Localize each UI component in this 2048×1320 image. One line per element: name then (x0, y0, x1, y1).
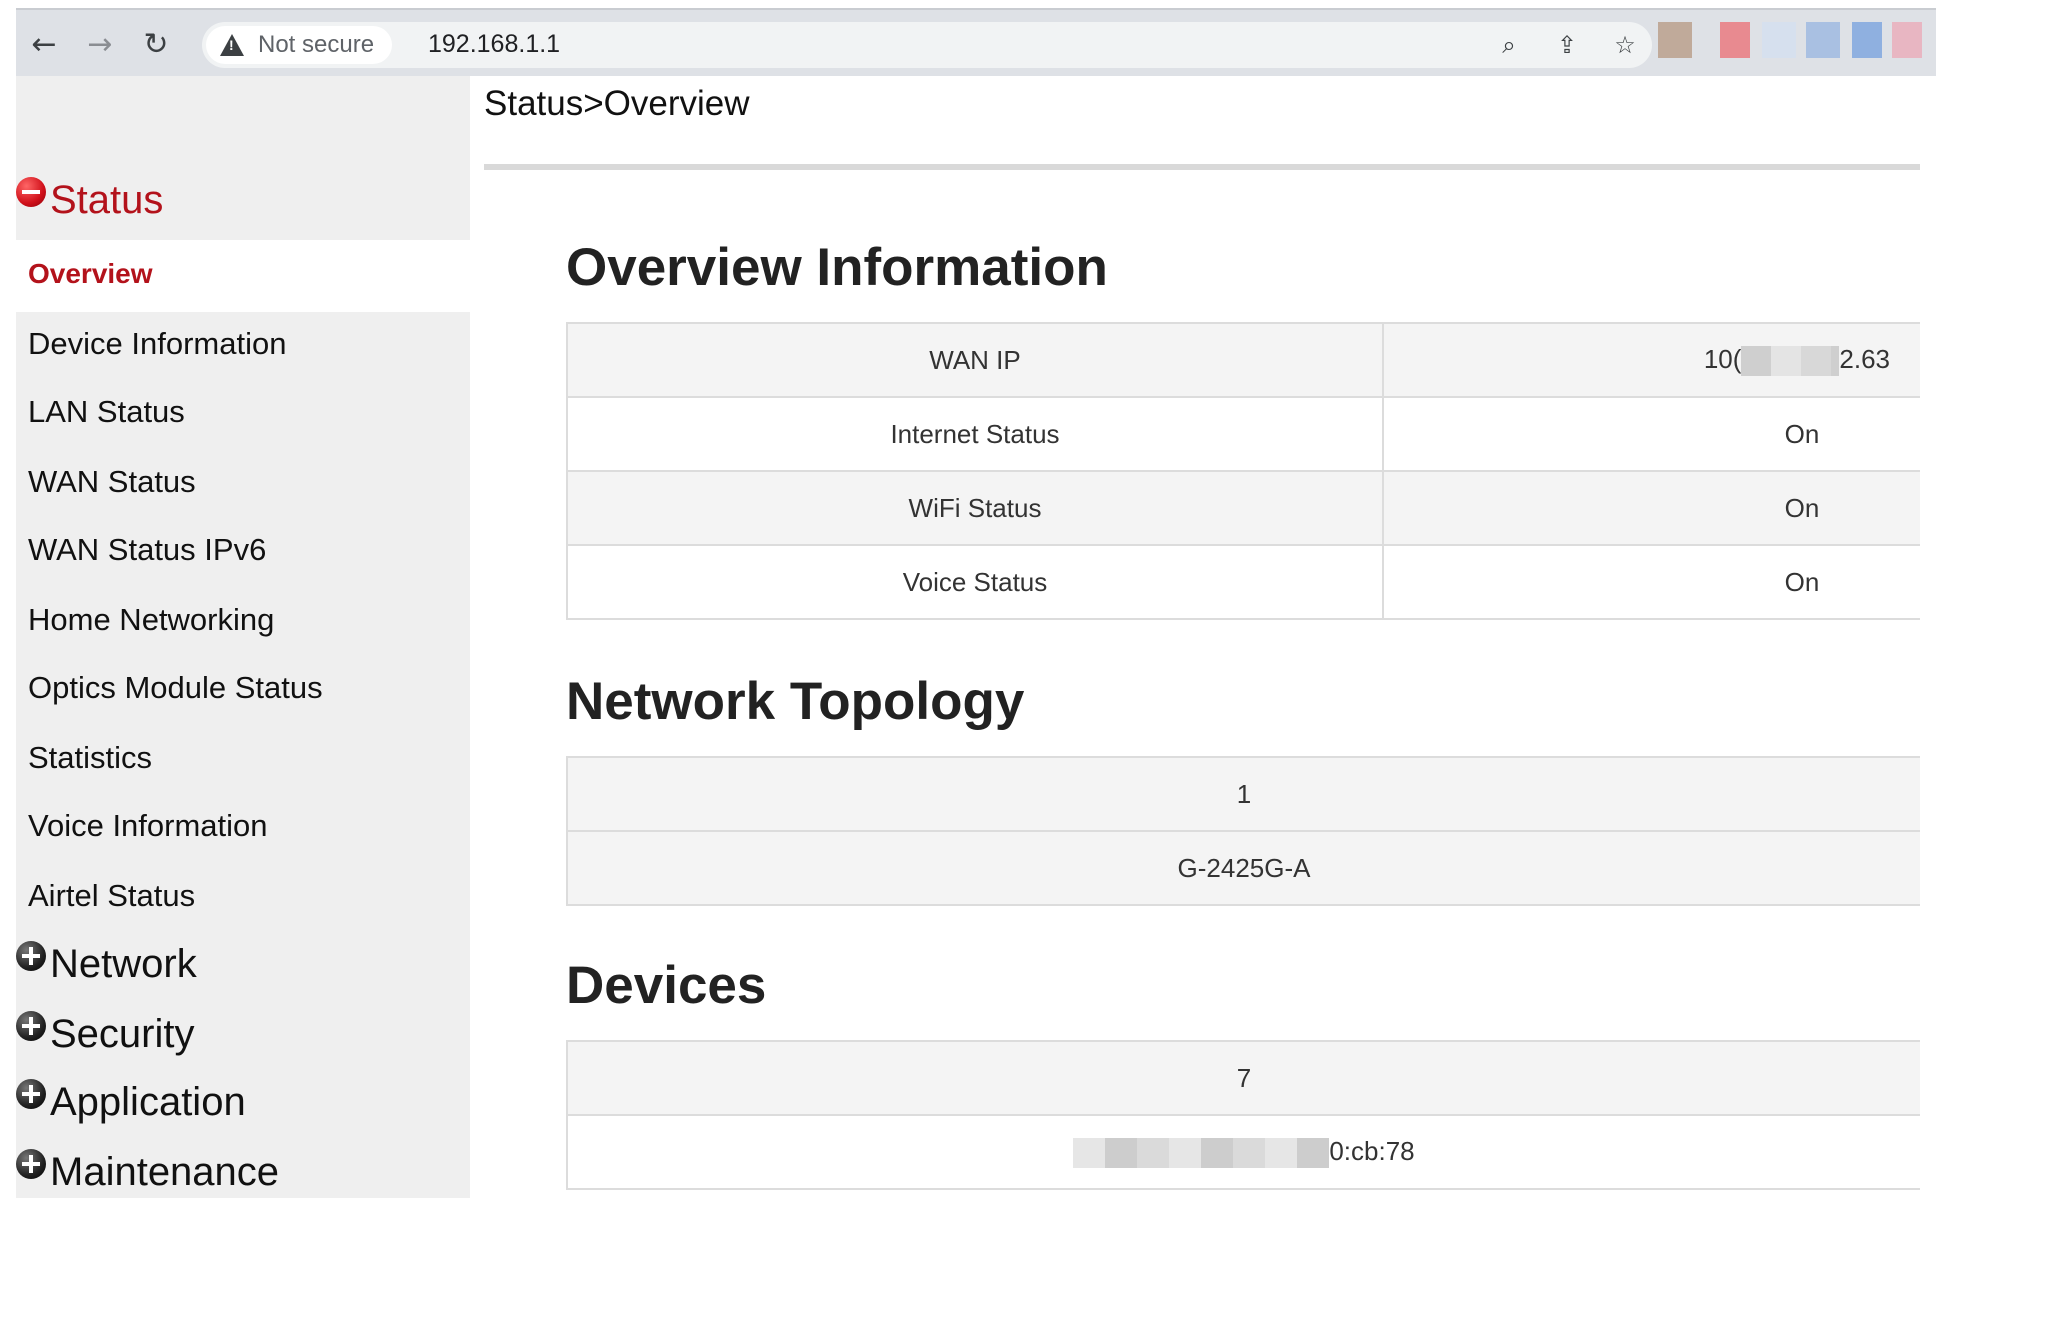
forward-icon[interactable]: → (80, 24, 120, 64)
extension-icon[interactable] (1852, 22, 1882, 58)
sidebar-section-label: Status (50, 178, 164, 222)
table-row: Internet Status On (567, 396, 1920, 472)
wan-ip-suffix: 2.63 (1839, 343, 1890, 374)
topology-heading: Network Topology (566, 672, 1025, 731)
expand-icon[interactable] (16, 1079, 46, 1109)
sidebar-section-label: Application (50, 1080, 246, 1124)
overview-table: WAN IP 10( 2.63 Internet Status On WiFi S… (566, 322, 1920, 620)
sidebar-section-application[interactable]: Application (16, 1078, 246, 1126)
reload-icon[interactable]: ↻ (136, 24, 176, 64)
voice-status-value: On (1383, 544, 1920, 620)
sidebar-section-maintenance[interactable]: Maintenance (16, 1148, 279, 1196)
topology-device-name: G-2425G-A (567, 830, 1920, 906)
sidebar-item-overview[interactable]: Overview (16, 240, 470, 312)
address-bar[interactable]: Not secure 192.168.1.1 ⌕ ⇪ ☆ (202, 22, 1652, 68)
expand-icon[interactable] (16, 1011, 46, 1041)
wifi-status-value: On (1383, 470, 1920, 546)
sidebar-item-device-information[interactable]: Device Information (28, 326, 286, 362)
topology-table: 1 G-2425G-A (566, 756, 1920, 906)
security-chip[interactable]: Not secure (206, 26, 392, 64)
sidebar-section-label: Security (50, 1012, 195, 1056)
device-mac-suffix: 0:cb:78 (1329, 1135, 1415, 1166)
collapse-icon[interactable] (16, 177, 46, 207)
back-icon[interactable]: ← (24, 24, 64, 64)
sidebar-nav: Status Overview Device Information LAN S… (16, 76, 470, 1198)
sidebar-item-home-networking[interactable]: Home Networking (28, 602, 274, 638)
url-text[interactable]: 192.168.1.1 (428, 30, 560, 59)
voice-status-label: Voice Status (567, 544, 1384, 620)
table-row: 7 (567, 1040, 1920, 1116)
sidebar-item-wan-status[interactable]: WAN Status (28, 464, 196, 500)
table-row: G-2425G-A (567, 830, 1920, 906)
devices-table: 7 0:cb:78 (566, 1040, 1920, 1190)
expand-icon[interactable] (16, 941, 46, 971)
extension-icon[interactable] (1806, 22, 1840, 58)
table-row: 0:cb:78 (567, 1114, 1920, 1190)
wifi-status-label: WiFi Status (567, 470, 1384, 546)
sidebar-item-voice-information[interactable]: Voice Information (28, 808, 268, 844)
sidebar-section-status[interactable]: Status (16, 176, 163, 224)
internet-status-label: Internet Status (567, 396, 1384, 472)
sidebar-section-security[interactable]: Security (16, 1010, 195, 1058)
redacted-region (1073, 1138, 1330, 1169)
sidebar-item-wan-status-ipv6[interactable]: WAN Status IPv6 (28, 532, 266, 568)
table-row: Voice Status On (567, 544, 1920, 620)
table-row: WiFi Status On (567, 470, 1920, 546)
sidebar-item-optics-module-status[interactable]: Optics Module Status (28, 670, 323, 706)
breadcrumb: Status>Overview (484, 84, 750, 123)
security-label: Not secure (258, 31, 375, 58)
sidebar-item-statistics[interactable]: Statistics (28, 740, 152, 776)
sidebar-item-airtel-status[interactable]: Airtel Status (28, 878, 195, 914)
sidebar-item-lan-status[interactable]: LAN Status (28, 394, 185, 430)
expand-icon[interactable] (16, 1149, 46, 1179)
bookmark-star-icon[interactable]: ☆ (1608, 28, 1642, 62)
wan-ip-value: 10( 2.63 (1383, 322, 1920, 398)
sidebar-section-network[interactable]: Network (16, 940, 197, 988)
topology-count: 1 (567, 756, 1920, 832)
devices-heading: Devices (566, 956, 767, 1015)
browser-toolbar: ← → ↻ Not secure 192.168.1.1 ⌕ ⇪ ☆ (16, 8, 1936, 76)
extension-icon[interactable] (1720, 22, 1750, 58)
overview-heading: Overview Information (566, 238, 1108, 297)
device-mac: 0:cb:78 (567, 1114, 1920, 1190)
sidebar-section-label: Maintenance (50, 1150, 280, 1194)
warning-icon (220, 34, 244, 56)
breadcrumb-divider (484, 164, 1920, 170)
redacted-region (1741, 346, 1840, 377)
share-icon[interactable]: ⇪ (1550, 28, 1584, 62)
wan-ip-prefix: 10( (1703, 343, 1742, 374)
devices-count: 7 (567, 1040, 1920, 1116)
extension-icon[interactable] (1762, 22, 1796, 58)
table-row: WAN IP 10( 2.63 (567, 322, 1920, 398)
internet-status-value: On (1383, 396, 1920, 472)
zoom-icon[interactable]: ⌕ (1492, 28, 1526, 62)
sidebar-section-label: Network (50, 942, 197, 986)
wan-ip-label: WAN IP (567, 322, 1384, 398)
extension-icon[interactable] (1892, 22, 1922, 58)
sidebar-item-label: Overview (28, 258, 153, 289)
table-row: 1 (567, 756, 1920, 832)
extension-icon[interactable] (1658, 22, 1692, 58)
